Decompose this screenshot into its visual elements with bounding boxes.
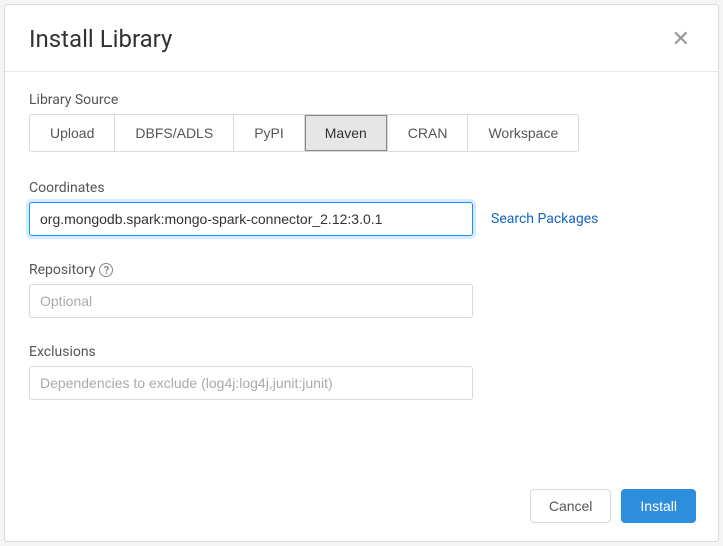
repository-section: Repository ?: [29, 262, 694, 318]
search-packages-link[interactable]: Search Packages: [491, 211, 598, 227]
coordinates-label: Coordinates: [29, 180, 694, 196]
source-option-maven[interactable]: Maven: [305, 115, 388, 151]
modal-footer: Cancel Install: [5, 475, 718, 541]
repository-label: Repository ?: [29, 262, 694, 278]
coordinates-section: Coordinates Search Packages: [29, 180, 694, 236]
library-source-label: Library Source: [29, 92, 694, 108]
install-button[interactable]: Install: [621, 489, 696, 523]
close-button[interactable]: ✕: [668, 28, 694, 50]
close-icon: ✕: [672, 26, 690, 51]
source-option-cran[interactable]: CRAN: [388, 115, 469, 151]
library-source-group: Upload DBFS/ADLS PyPI Maven CRAN Workspa…: [29, 114, 579, 152]
help-icon[interactable]: ?: [99, 263, 113, 277]
exclusions-label: Exclusions: [29, 344, 694, 360]
source-option-dbfs-adls[interactable]: DBFS/ADLS: [115, 115, 234, 151]
install-library-modal: Install Library ✕ Library Source Upload …: [4, 4, 719, 542]
source-option-pypi[interactable]: PyPI: [234, 115, 305, 151]
exclusions-section: Exclusions: [29, 344, 694, 400]
coordinates-row: Search Packages: [29, 202, 694, 236]
source-option-upload[interactable]: Upload: [30, 115, 115, 151]
cancel-button[interactable]: Cancel: [530, 489, 612, 523]
modal-header: Install Library ✕: [5, 5, 718, 72]
repository-input[interactable]: [29, 284, 473, 318]
library-source-section: Library Source Upload DBFS/ADLS PyPI Mav…: [29, 92, 694, 152]
exclusions-input[interactable]: [29, 366, 473, 400]
modal-body: Library Source Upload DBFS/ADLS PyPI Mav…: [5, 72, 718, 475]
repository-label-text: Repository: [29, 262, 95, 278]
source-option-workspace[interactable]: Workspace: [468, 115, 578, 151]
coordinates-input[interactable]: [29, 202, 473, 236]
modal-title: Install Library: [29, 25, 172, 53]
